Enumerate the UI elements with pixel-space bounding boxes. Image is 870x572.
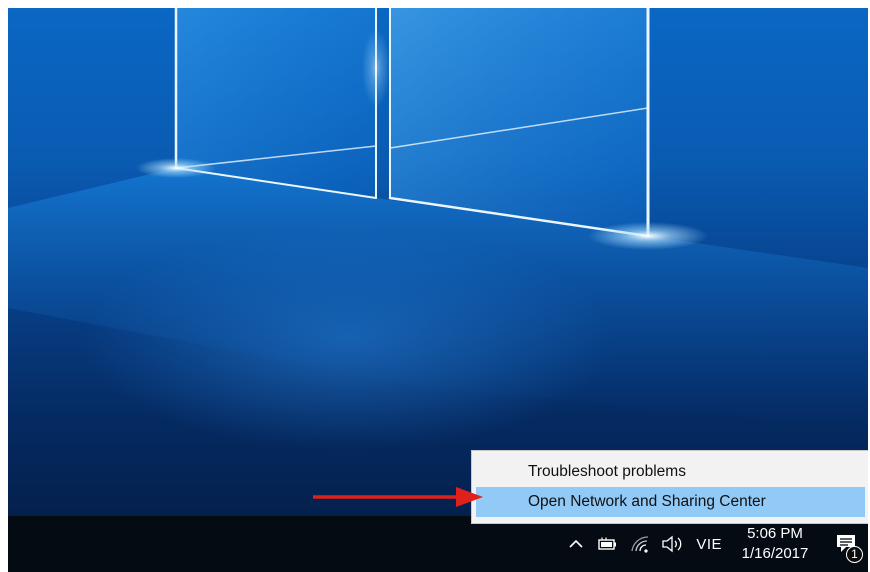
clock-time: 5:06 PM xyxy=(747,525,803,542)
menu-item-troubleshoot-problems[interactable]: Troubleshoot problems xyxy=(476,457,865,487)
screen: VIE 5:06 PM 1/16/2017 1 Troubleshoot pro… xyxy=(8,8,868,572)
taskbar: VIE 5:06 PM 1/16/2017 1 xyxy=(8,516,868,572)
windows-logo-light xyxy=(8,8,868,428)
volume-icon[interactable] xyxy=(660,532,684,556)
action-center-button[interactable]: 1 xyxy=(824,516,868,572)
battery-icon[interactable] xyxy=(596,532,620,556)
chevron-up-icon[interactable] xyxy=(564,532,588,556)
desktop-wallpaper xyxy=(8,8,868,516)
system-tray: VIE 5:06 PM 1/16/2017 1 xyxy=(560,516,868,572)
clock-date: 1/16/2017 xyxy=(741,545,809,562)
clock[interactable]: 5:06 PM 1/16/2017 xyxy=(736,524,814,564)
input-language-indicator[interactable]: VIE xyxy=(696,536,722,553)
network-context-menu: Troubleshoot problems Open Network and S… xyxy=(471,450,868,524)
notification-count-badge: 1 xyxy=(846,546,863,563)
wifi-icon[interactable] xyxy=(628,532,652,556)
menu-item-open-network-and-sharing-center[interactable]: Open Network and Sharing Center xyxy=(476,487,865,517)
